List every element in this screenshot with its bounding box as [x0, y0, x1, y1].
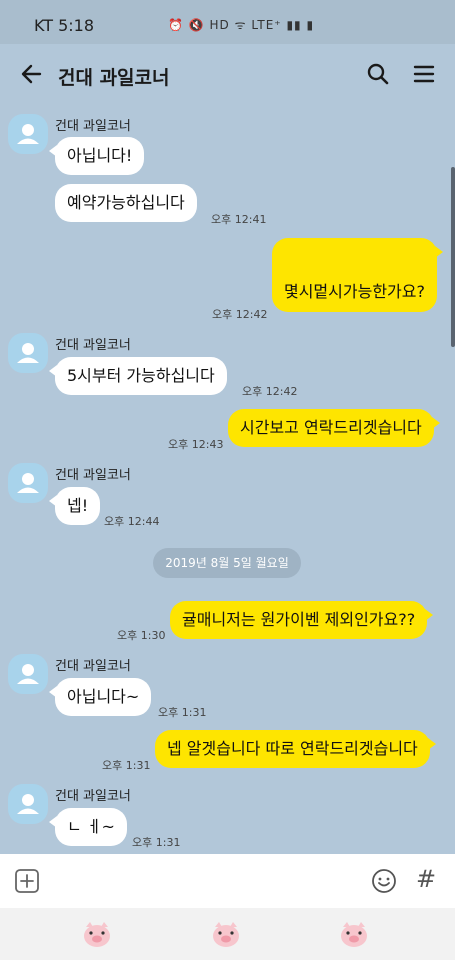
- status-icons: ⏰ 🔇 HD ᯤ LTE⁺ ▮▮ ▮: [168, 18, 315, 32]
- message-bubble-incoming[interactable]: 예약가능하십니다: [55, 184, 197, 222]
- chat-area[interactable]: 건대 과일코너 아닙니다! 예약가능하십니다 오후 12:41 몇시멑시가능한가…: [0, 106, 455, 854]
- message-bubble-incoming[interactable]: 5시부터 가능하십니다: [49, 357, 227, 395]
- sender-name: 건대 과일코너: [55, 659, 131, 674]
- sender-name: 건대 과일코너: [55, 119, 131, 134]
- message-bubble-incoming[interactable]: ㄴ ㅔ~: [49, 808, 127, 846]
- message-bubble-outgoing[interactable]: 시간보고 연락드리겟습니다: [228, 409, 440, 447]
- message-time: 오후 1:31: [102, 759, 151, 772]
- scrollbar[interactable]: [451, 167, 455, 347]
- sender-name: 건대 과일코너: [55, 338, 131, 353]
- avatar[interactable]: [8, 654, 48, 694]
- profile-icon: [17, 343, 39, 363]
- pig-sticker-icon[interactable]: [209, 917, 243, 951]
- profile-icon: [17, 794, 39, 814]
- status-bar: KT 5:18 ⏰ 🔇 HD ᯤ LTE⁺ ▮▮ ▮: [0, 0, 455, 44]
- hash-icon[interactable]: #: [416, 865, 436, 893]
- avatar[interactable]: [8, 784, 48, 824]
- avatar[interactable]: [8, 333, 48, 373]
- message-time: 오후 1:30: [117, 629, 166, 642]
- avatar[interactable]: [8, 463, 48, 503]
- message-time: 오후 12:41: [211, 213, 267, 226]
- menu-icon[interactable]: [410, 60, 438, 88]
- message-time: 오후 12:42: [242, 385, 298, 398]
- emoji-icon[interactable]: [371, 868, 397, 894]
- message-bubble-incoming[interactable]: 아닙니다!: [48, 137, 145, 175]
- avatar[interactable]: [8, 114, 48, 154]
- back-arrow-icon[interactable]: [18, 60, 46, 88]
- message-time: 오후 1:31: [158, 706, 207, 719]
- date-divider: 2019년 8월 5일 월요일: [153, 548, 301, 578]
- sender-name: 건대 과일코너: [55, 789, 131, 804]
- message-bubble-outgoing[interactable]: 귤매니저는 원가이벤 제외인가요??: [170, 601, 434, 639]
- pig-sticker-icon[interactable]: [80, 917, 114, 951]
- message-input-bar[interactable]: #: [0, 854, 455, 908]
- profile-icon: [17, 124, 39, 144]
- app-bar: 건대 과일코너: [0, 44, 455, 106]
- status-time: KT 5:18: [34, 16, 95, 35]
- message-bubble-outgoing[interactable]: 몇시멑시가능한가요?: [272, 238, 443, 312]
- message-bubble-outgoing[interactable]: 넵 알겟습니다 따로 연락드리겟습니다: [155, 730, 436, 768]
- search-icon[interactable]: [364, 60, 392, 88]
- message-time: 오후 12:43: [168, 438, 224, 451]
- profile-icon: [17, 473, 39, 493]
- profile-icon: [17, 664, 39, 684]
- sender-name: 건대 과일코너: [55, 468, 131, 483]
- sticker-bar: [0, 908, 455, 960]
- plus-icon[interactable]: [14, 868, 40, 894]
- chat-title: 건대 과일코너: [58, 67, 170, 89]
- message-time: 오후 1:31: [132, 836, 181, 849]
- message-bubble-incoming[interactable]: 넵!: [48, 487, 101, 525]
- message-time: 오후 12:42: [212, 308, 268, 321]
- message-time: 오후 12:44: [104, 515, 160, 528]
- message-bubble-incoming[interactable]: 아닙니다~: [48, 678, 152, 716]
- pig-sticker-icon[interactable]: [337, 917, 371, 951]
